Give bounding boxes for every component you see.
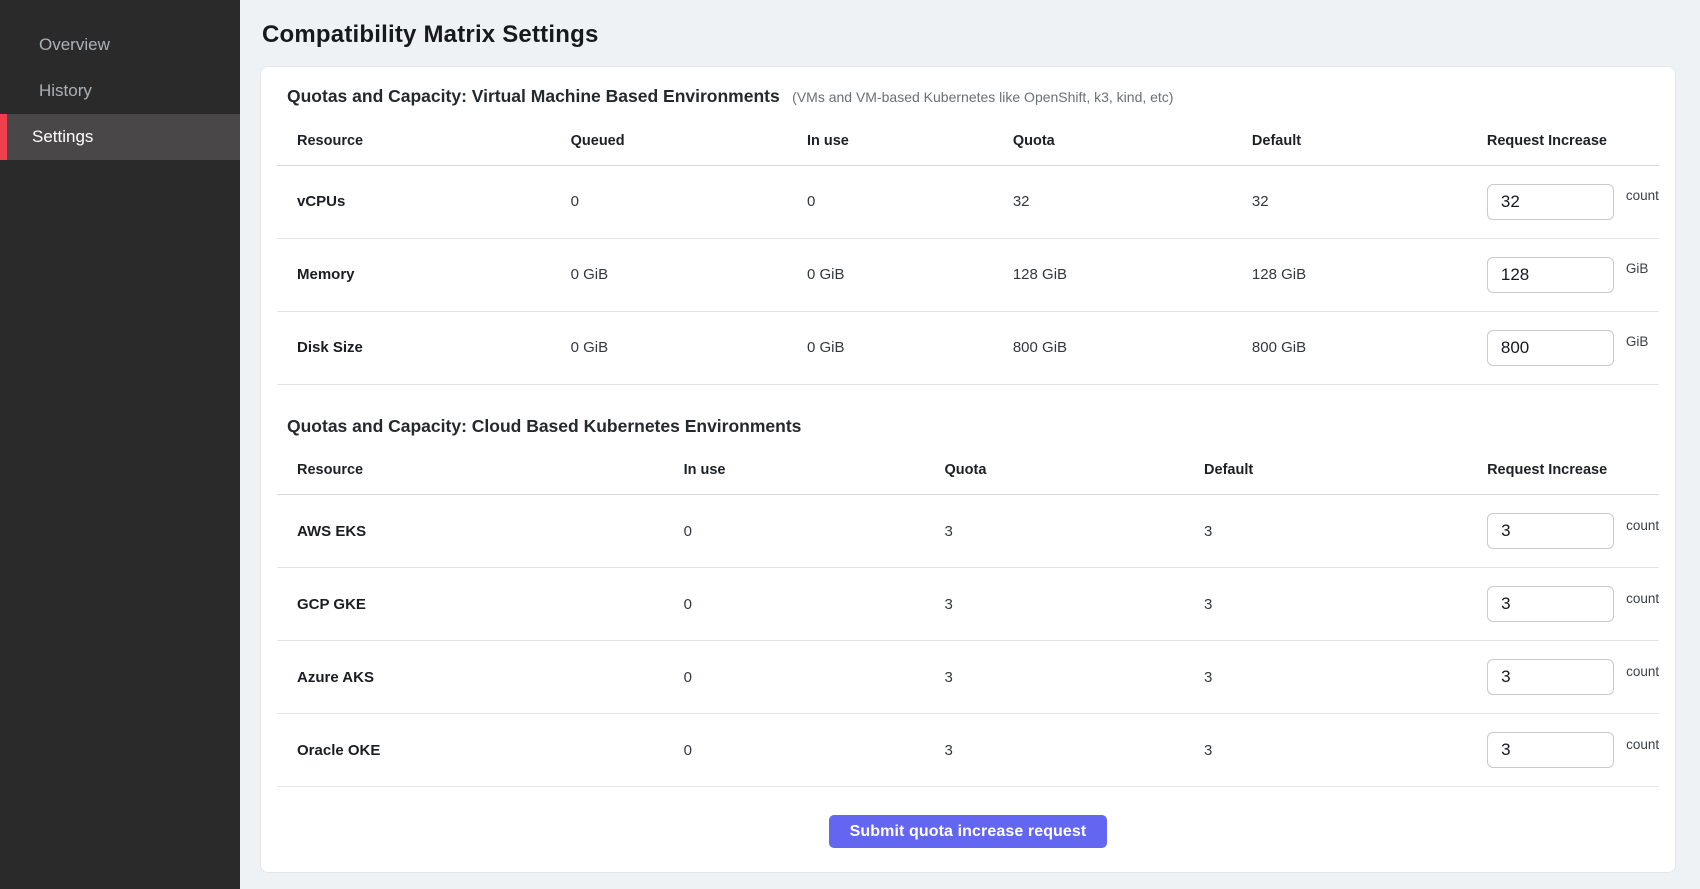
unit-label: GiB [1626, 334, 1649, 349]
value-cell: 128 GiB [993, 238, 1232, 311]
section-subtitle-vm: (VMs and VM-based Kubernetes like OpenSh… [792, 89, 1173, 105]
value-cell: 0 [551, 165, 787, 238]
vm-quota-table: ResourceQueuedIn useQuotaDefaultRequest … [277, 117, 1659, 385]
column-header-request-increase: Request Increase [1467, 447, 1659, 495]
value-cell: 3 [1184, 495, 1467, 568]
unit-label: GiB [1626, 261, 1649, 276]
resource-name: Azure AKS [277, 641, 664, 714]
column-header-quota: Quota [925, 447, 1185, 495]
resource-name: GCP GKE [277, 568, 664, 641]
value-cell: 3 [1184, 714, 1467, 787]
column-header-quota: Quota [993, 117, 1232, 165]
card-footer: Submit quota increase request [277, 787, 1659, 848]
value-cell: 32 [1232, 165, 1467, 238]
value-cell: 0 [664, 641, 925, 714]
value-cell: 3 [925, 568, 1185, 641]
unit-label: count [1626, 518, 1659, 533]
resource-name: AWS EKS [277, 495, 664, 568]
value-cell: 0 [664, 568, 925, 641]
request-increase-input[interactable] [1487, 257, 1614, 293]
table-row: AWS EKS033count [277, 495, 1659, 568]
request-increase-cell: count [1467, 495, 1659, 568]
unit-label: count [1626, 737, 1659, 752]
column-header-resource: Resource [277, 447, 664, 495]
value-cell: 800 GiB [1232, 311, 1467, 384]
resource-name: Oracle OKE [277, 714, 664, 787]
value-cell: 3 [1184, 568, 1467, 641]
section-title-vm: Quotas and Capacity: Virtual Machine Bas… [287, 86, 780, 106]
request-increase-cell: GiB [1467, 311, 1659, 384]
column-header-default: Default [1232, 117, 1467, 165]
submit-quota-increase-button[interactable]: Submit quota increase request [829, 815, 1108, 848]
cloud-k8s-quota-table: ResourceIn useQuotaDefaultRequest Increa… [277, 447, 1659, 788]
table-row: Disk Size0 GiB0 GiB800 GiB800 GiBGiB [277, 311, 1659, 384]
main-content: Compatibility Matrix Settings Quotas and… [240, 0, 1700, 889]
app-root: Overview History Settings Compatibility … [0, 0, 1700, 889]
request-increase-cell: count [1467, 641, 1659, 714]
table-row: Azure AKS033count [277, 641, 1659, 714]
unit-label: count [1626, 188, 1659, 203]
value-cell: 0 [664, 714, 925, 787]
unit-label: count [1626, 591, 1659, 606]
table-header-row: ResourceIn useQuotaDefaultRequest Increa… [277, 447, 1659, 495]
request-increase-input[interactable] [1487, 330, 1614, 366]
table-row: GCP GKE033count [277, 568, 1659, 641]
column-header-in-use: In use [664, 447, 925, 495]
section-vm-environments-header: Quotas and Capacity: Virtual Machine Bas… [287, 83, 1659, 109]
request-increase-input[interactable] [1487, 659, 1614, 695]
request-increase-input[interactable] [1487, 513, 1614, 549]
sidebar-item-history[interactable]: History [0, 68, 240, 114]
value-cell: 128 GiB [1232, 238, 1467, 311]
sidebar: Overview History Settings [0, 0, 240, 889]
request-increase-input[interactable] [1487, 184, 1614, 220]
unit-label: count [1626, 664, 1659, 679]
value-cell: 3 [925, 495, 1185, 568]
request-increase-cell: count [1467, 165, 1659, 238]
request-increase-input[interactable] [1487, 732, 1614, 768]
request-increase-cell: count [1467, 714, 1659, 787]
table-row: Oracle OKE033count [277, 714, 1659, 787]
value-cell: 800 GiB [993, 311, 1232, 384]
resource-name: Disk Size [277, 311, 551, 384]
request-increase-cell: count [1467, 568, 1659, 641]
table-header-row: ResourceQueuedIn useQuotaDefaultRequest … [277, 117, 1659, 165]
column-header-resource: Resource [277, 117, 551, 165]
sidebar-item-overview[interactable]: Overview [0, 22, 240, 68]
page-title: Compatibility Matrix Settings [262, 20, 1676, 50]
quota-settings-card: Quotas and Capacity: Virtual Machine Bas… [260, 66, 1676, 873]
resource-name: vCPUs [277, 165, 551, 238]
request-increase-cell: GiB [1467, 238, 1659, 311]
value-cell: 0 [664, 495, 925, 568]
section-title-cloud-k8s: Quotas and Capacity: Cloud Based Kuberne… [287, 416, 801, 436]
request-increase-input[interactable] [1487, 586, 1614, 622]
value-cell: 3 [925, 641, 1185, 714]
value-cell: 3 [1184, 641, 1467, 714]
value-cell: 0 GiB [787, 238, 993, 311]
value-cell: 0 [787, 165, 993, 238]
column-header-default: Default [1184, 447, 1467, 495]
sidebar-item-settings[interactable]: Settings [0, 114, 240, 160]
value-cell: 0 GiB [551, 238, 787, 311]
value-cell: 3 [925, 714, 1185, 787]
column-header-in-use: In use [787, 117, 993, 165]
resource-name: Memory [277, 238, 551, 311]
section-cloud-k8s-header: Quotas and Capacity: Cloud Based Kuberne… [287, 413, 1659, 439]
column-header-queued: Queued [551, 117, 787, 165]
table-row: vCPUs003232count [277, 165, 1659, 238]
value-cell: 0 GiB [551, 311, 787, 384]
value-cell: 32 [993, 165, 1232, 238]
column-header-request-increase: Request Increase [1467, 117, 1659, 165]
table-row: Memory0 GiB0 GiB128 GiB128 GiBGiB [277, 238, 1659, 311]
value-cell: 0 GiB [787, 311, 993, 384]
